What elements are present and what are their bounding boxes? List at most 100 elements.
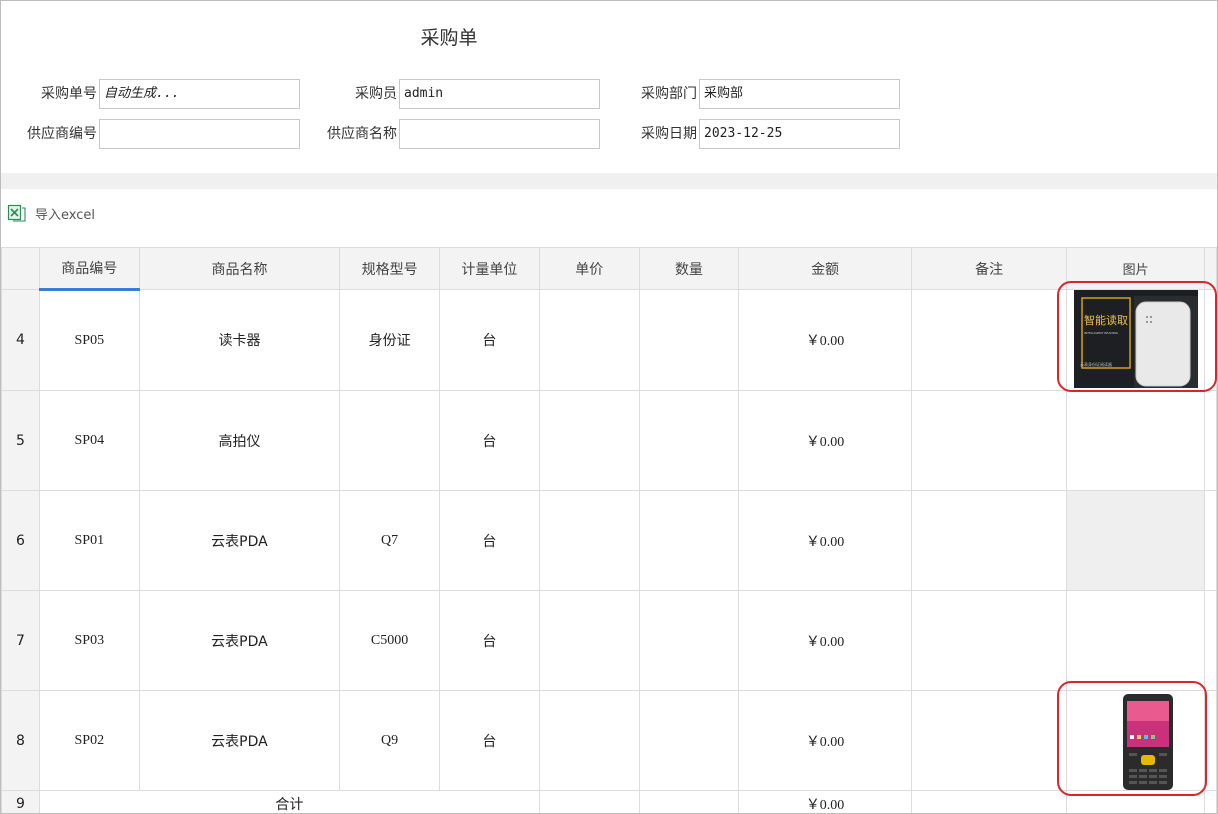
cell-qty[interactable] [638, 590, 740, 691]
cell-unit[interactable]: 台 [439, 490, 540, 591]
import-excel-label: 导入excel [35, 207, 95, 223]
excel-icon [7, 204, 26, 222]
cell-name[interactable]: 云表PDA [138, 690, 341, 791]
section-divider [1, 173, 1217, 189]
cell-spec[interactable]: Q9 [339, 690, 441, 791]
header-rownum [1, 247, 40, 290]
summary-label: 合计 [38, 790, 540, 813]
cell-qty[interactable] [638, 390, 740, 491]
row-number: 4 [1, 289, 40, 391]
cell-note[interactable] [910, 390, 1068, 491]
header-name[interactable]: 商品名称 [138, 247, 341, 290]
header-filler [1203, 247, 1217, 290]
filler-cell [1203, 790, 1217, 813]
cell-amount: ￥0.00 [738, 690, 912, 791]
cell-qty[interactable] [638, 289, 740, 391]
page-title: 采购单 [420, 27, 478, 49]
cell-amount: ￥0.00 [738, 289, 912, 391]
summary-amount: ￥0.00 [738, 790, 912, 813]
cell-image[interactable] [1066, 590, 1205, 691]
cell-spec[interactable] [339, 390, 441, 491]
svg-text:INTELLIGENT READING: INTELLIGENT READING [1084, 331, 1119, 335]
svg-text:智能读取: 智能读取 [1084, 313, 1128, 327]
purchase-items-table: 商品编号 商品名称 规格型号 计量单位 单价 数量 金额 备注 图片 4 SP0… [1, 247, 1217, 813]
cell-unit[interactable]: 台 [439, 590, 540, 691]
summary-note [910, 790, 1068, 813]
cell-code[interactable]: SP05 [38, 289, 140, 391]
row-number: 9 [1, 790, 40, 813]
filler-cell [1203, 289, 1217, 391]
table-row: 6 SP01 云表PDA Q7 台 ￥0.00 [1, 490, 1217, 591]
cell-amount: ￥0.00 [738, 590, 912, 691]
filler-cell [1203, 490, 1217, 591]
header-unit[interactable]: 计量单位 [439, 247, 540, 290]
header-spec[interactable]: 规格型号 [339, 247, 441, 290]
cell-code[interactable]: SP03 [38, 590, 140, 691]
cell-code[interactable]: SP02 [38, 690, 140, 791]
cell-image[interactable] [1066, 490, 1205, 591]
cell-price[interactable] [538, 590, 640, 691]
cell-code[interactable]: SP01 [38, 490, 140, 591]
summary-qty [638, 790, 740, 813]
row-number: 6 [1, 490, 40, 591]
supplier-no-field[interactable] [99, 119, 300, 149]
cell-price[interactable] [538, 690, 640, 791]
cell-spec[interactable]: 身份证 [339, 289, 441, 391]
svg-text:云表身份证阅读器: 云表身份证阅读器 [1080, 361, 1112, 367]
pda-device-image [1077, 691, 1178, 790]
table-row: 8 SP02 云表PDA Q9 台 ￥0.00 [1, 690, 1217, 791]
import-excel-button[interactable]: 导入excel [7, 202, 95, 224]
filler-cell [1203, 690, 1217, 791]
cell-name[interactable]: 高拍仪 [138, 390, 341, 491]
buyer-field[interactable]: admin [399, 79, 600, 109]
window-frame: 采购单 采购单号 自动生成... 采购员 admin 采购部门 采购部 供应商编… [0, 0, 1218, 814]
cell-note[interactable] [910, 289, 1068, 391]
cell-unit[interactable]: 台 [439, 390, 540, 491]
cell-price[interactable] [538, 289, 640, 391]
order-no-label: 采购单号 [41, 86, 97, 102]
row-number: 5 [1, 390, 40, 491]
cell-spec[interactable]: C5000 [339, 590, 441, 691]
table-header-row: 商品编号 商品名称 规格型号 计量单位 单价 数量 金额 备注 图片 [1, 247, 1217, 291]
header-code[interactable]: 商品编号 [38, 247, 140, 291]
cell-unit[interactable]: 台 [439, 289, 540, 391]
supplier-no-label: 供应商编号 [27, 126, 97, 142]
cell-qty[interactable] [638, 490, 740, 591]
cell-amount: ￥0.00 [738, 390, 912, 491]
supplier-name-field[interactable] [399, 119, 600, 149]
filler-cell [1203, 590, 1217, 691]
summary-price [538, 790, 640, 813]
cell-name[interactable]: 云表PDA [138, 490, 341, 591]
summary-image [1066, 790, 1205, 813]
table-row: 4 SP05 读卡器 身份证 台 ￥0.00 智能读取 INTELLIGENT … [1, 289, 1217, 391]
cell-note[interactable] [910, 690, 1068, 791]
cell-spec[interactable]: Q7 [339, 490, 441, 591]
cell-image[interactable] [1066, 390, 1205, 491]
header-image[interactable]: 图片 [1066, 247, 1205, 290]
cell-unit[interactable]: 台 [439, 690, 540, 791]
supplier-name-label: 供应商名称 [327, 126, 397, 142]
header-price[interactable]: 单价 [538, 247, 640, 290]
cell-name[interactable]: 读卡器 [138, 289, 341, 391]
filler-cell [1203, 390, 1217, 491]
header-qty[interactable]: 数量 [638, 247, 740, 290]
card-reader-image: 智能读取 INTELLIGENT READING 云表身份证阅读器 [1074, 290, 1199, 388]
row-number: 7 [1, 590, 40, 691]
table-row: 7 SP03 云表PDA C5000 台 ￥0.00 [1, 590, 1217, 691]
row-number: 8 [1, 690, 40, 791]
cell-qty[interactable] [638, 690, 740, 791]
cell-image[interactable]: 智能读取 INTELLIGENT READING 云表身份证阅读器 [1066, 289, 1205, 391]
buyer-label: 采购员 [355, 86, 397, 102]
cell-code[interactable]: SP04 [38, 390, 140, 491]
date-field[interactable]: 2023-12-25 [699, 119, 900, 149]
header-note[interactable]: 备注 [910, 247, 1068, 290]
order-no-field[interactable]: 自动生成... [99, 79, 300, 109]
cell-name[interactable]: 云表PDA [138, 590, 341, 691]
cell-note[interactable] [910, 590, 1068, 691]
cell-price[interactable] [538, 390, 640, 491]
header-amount[interactable]: 金额 [738, 247, 912, 290]
cell-note[interactable] [910, 490, 1068, 591]
dept-field[interactable]: 采购部 [699, 79, 900, 109]
cell-image[interactable] [1066, 690, 1205, 791]
cell-price[interactable] [538, 490, 640, 591]
